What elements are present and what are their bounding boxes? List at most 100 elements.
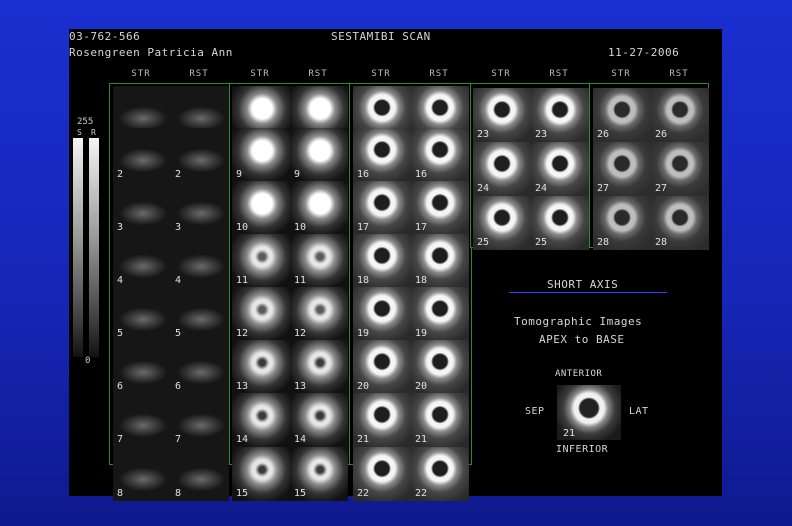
stress-slice: 12 (232, 287, 290, 341)
rest-slice: 27 (651, 142, 709, 196)
short-axis-title: SHORT AXIS (547, 278, 619, 291)
orientation-slice-image: 21 (557, 385, 621, 440)
slice-number: 16 (357, 169, 370, 180)
slice-number: 8 (117, 488, 124, 499)
rest-slice: 19 (411, 287, 469, 341)
rest-slice: 16 (411, 128, 469, 182)
slice-number: 16 (415, 169, 428, 180)
rest-slice: 28 (651, 196, 709, 250)
rest-slice: 26 (651, 88, 709, 142)
scale-bar-label-s: S (77, 128, 82, 137)
rest-slice: 25 (531, 196, 589, 250)
column-label-rst: RST (429, 69, 449, 79)
slice-group: 26 26 27 27 28 28 (589, 83, 709, 250)
slice-number: 27 (655, 183, 668, 194)
column-label-str: STR (250, 69, 270, 79)
column-label-str: STR (131, 69, 151, 79)
anterior-label: ANTERIOR (555, 369, 603, 379)
slice-number: 14 (294, 434, 307, 445)
stress-slice: 10 (232, 181, 290, 235)
stress-slice: 16 (353, 128, 411, 182)
column-label-rst: RST (549, 69, 569, 79)
orientation-slice-number: 21 (563, 428, 576, 439)
slice-number: 24 (535, 183, 548, 194)
slice-group: 9 9 10 10 11 11 12 12 13 13 14 14 15 15 (229, 83, 351, 501)
slice-number: 19 (415, 328, 428, 339)
stress-slice: 7 (113, 393, 171, 447)
slice-number: 18 (357, 275, 370, 286)
scan-panel: 03-762-566 Rosengreen Patricia Ann SESTA… (69, 29, 722, 501)
slice-number: 22 (357, 488, 370, 499)
stress-scale-bar (73, 138, 83, 357)
rest-slice: 2 (171, 128, 229, 182)
slice-number: 15 (236, 488, 249, 499)
rest-scale-bar (89, 138, 99, 357)
slice-number: 9 (294, 169, 301, 180)
stress-slice: 13 (232, 340, 290, 394)
rest-slice: 23 (531, 88, 589, 142)
stress-slice: 22 (353, 447, 411, 501)
rest-slice: 22 (411, 447, 469, 501)
slice-number: 23 (535, 129, 548, 140)
scale-max-label: 255 (77, 117, 94, 127)
slice-number: 21 (357, 434, 370, 445)
slice-number: 27 (597, 183, 610, 194)
stress-slice: 20 (353, 340, 411, 394)
rest-slice: 15 (290, 447, 348, 501)
stress-slice: 5 (113, 287, 171, 341)
rest-slice: 14 (290, 393, 348, 447)
slice-number: 28 (655, 237, 668, 248)
slice-number: 4 (117, 275, 124, 286)
rest-slice: 3 (171, 181, 229, 235)
slice-number: 3 (175, 222, 182, 233)
slice-number: 12 (236, 328, 249, 339)
scan-title: SESTAMIBI SCAN (331, 30, 431, 43)
rest-slice: 18 (411, 234, 469, 288)
rest-slice: 24 (531, 142, 589, 196)
slice-number: 20 (357, 381, 370, 392)
slice-number: 23 (477, 129, 490, 140)
rest-slice: 7 (171, 393, 229, 447)
stress-slice: 11 (232, 234, 290, 288)
rest-slice: 5 (171, 287, 229, 341)
column-label-str: STR (491, 69, 511, 79)
slice-number: 26 (655, 129, 668, 140)
slice-group: 23 23 24 24 25 25 (470, 83, 591, 250)
rest-slice: 17 (411, 181, 469, 235)
stress-slice: 3 (113, 181, 171, 235)
slice-number: 26 (597, 129, 610, 140)
slice-number: 20 (415, 381, 428, 392)
stress-slice: 17 (353, 181, 411, 235)
slice-number: 17 (415, 222, 428, 233)
slice-number: 2 (175, 169, 182, 180)
scale-bar-label-r: R (91, 128, 96, 137)
slice-number: 25 (477, 237, 490, 248)
title-underline (509, 292, 667, 293)
slice-number: 5 (175, 328, 182, 339)
column-label-str: STR (611, 69, 631, 79)
patient-name: Rosengreen Patricia Ann (69, 46, 233, 59)
rest-slice: 20 (411, 340, 469, 394)
slice-number: 3 (117, 222, 124, 233)
slice-number: 19 (357, 328, 370, 339)
stress-slice: 24 (473, 142, 531, 196)
apex-to-base-label: APEX to BASE (539, 333, 625, 346)
stress-slice: 25 (473, 196, 531, 250)
stress-slice: 2 (113, 128, 171, 182)
slice-group: 16 16 17 17 18 18 19 19 20 20 21 21 22 22 (349, 83, 472, 501)
short-axis-subtitle: Tomographic Images (514, 315, 643, 328)
slice-number: 24 (477, 183, 490, 194)
slice-group: 2 2 3 3 4 4 5 5 6 6 7 7 8 8 (109, 83, 231, 501)
slice-number: 6 (117, 381, 124, 392)
lateral-label: LAT (629, 406, 649, 417)
slice-number: 14 (236, 434, 249, 445)
slice-number: 4 (175, 275, 182, 286)
slice-number: 21 (415, 434, 428, 445)
stress-slice: 26 (593, 88, 651, 142)
slice-number: 2 (117, 169, 124, 180)
slice-number: 7 (117, 434, 124, 445)
rest-slice: 13 (290, 340, 348, 394)
stress-slice: 6 (113, 340, 171, 394)
rest-slice: 6 (171, 340, 229, 394)
slice-number: 13 (294, 381, 307, 392)
